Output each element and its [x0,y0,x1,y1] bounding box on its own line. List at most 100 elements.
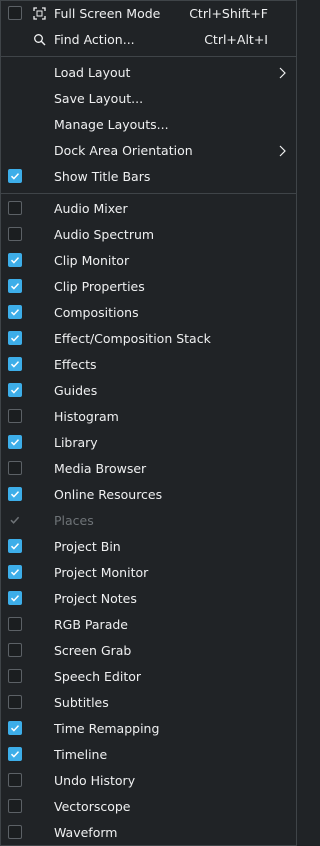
menu-item-dock-subtitles[interactable]: Subtitles [1,690,296,716]
dock-checkbox[interactable] [8,617,22,631]
check-icon [10,569,20,576]
check-icon [10,439,20,446]
menu-item-dock-time-remapping[interactable]: Time Remapping [1,716,296,742]
menu-item-dock-histogram[interactable]: Histogram [1,404,296,430]
menu-item-dock-library[interactable]: Library [1,430,296,456]
check-icon [10,491,20,498]
menu-item-label: Project Monitor [54,565,149,580]
menu-item-label: Dock Area Orientation [54,143,193,158]
check-icon [10,283,20,290]
check-icon [10,173,20,180]
chevron-right-icon [279,145,286,157]
menu-item-label: Project Bin [54,539,121,554]
menu-item-manage-layouts[interactable]: Manage Layouts... [1,112,296,138]
menu-item-dock-project-notes[interactable]: Project Notes [1,586,296,612]
menu-item-label: Media Browser [54,461,147,476]
menu-item-shortcut: Ctrl+Shift+F [189,6,268,21]
dock-checkbox[interactable] [8,747,22,761]
menu-item-label: Compositions [54,305,139,320]
menu-item-label: RGB Parade [54,617,128,632]
dock-checkbox[interactable] [8,461,22,475]
menu-item-label: Clip Properties [54,279,145,294]
dock-checkbox[interactable] [8,565,22,579]
dock-checkbox[interactable] [8,305,22,319]
dock-checkbox[interactable] [8,773,22,787]
menu-item-show-title-bars[interactable]: Show Title Bars [1,164,296,190]
menu-item-label: Load Layout [54,65,131,80]
menu-item-full-screen-mode[interactable]: Full Screen Mode Ctrl+Shift+F [1,1,296,27]
menu-item-label: Places [54,513,94,528]
dock-checkbox[interactable] [8,539,22,553]
menu-item-dock-online-resources[interactable]: Online Resources [1,482,296,508]
check-icon [10,387,20,394]
menu-item-dock-waveform[interactable]: Waveform [1,820,296,846]
menu-item-dock-undo-history[interactable]: Undo History [1,768,296,794]
dock-checkbox[interactable] [8,721,22,735]
chevron-right-icon [279,67,286,79]
menu-item-dock-project-bin[interactable]: Project Bin [1,534,296,560]
dock-checkbox[interactable] [8,409,22,423]
menu-item-label: Speech Editor [54,669,142,684]
dock-checkbox[interactable] [8,695,22,709]
dock-checkbox[interactable] [8,591,22,605]
dock-checkbox[interactable] [8,825,22,839]
menu-item-find-action[interactable]: Find Action... Ctrl+Alt+I [1,27,296,53]
menu-item-label: Screen Grab [54,643,132,658]
menu-separator [1,193,296,194]
menu-item-label: Library [54,435,98,450]
search-icon [34,34,46,46]
menu-item-label: Vectorscope [54,799,131,814]
full-screen-checkbox[interactable] [8,6,22,20]
menu-item-dock-effects[interactable]: Effects [1,352,296,378]
menu-item-dock-timeline[interactable]: Timeline [1,742,296,768]
menu-item-dock-speech-editor[interactable]: Speech Editor [1,664,296,690]
menu-item-label: Effect/Composition Stack [54,331,211,346]
dock-checkbox[interactable] [8,253,22,267]
menu-item-dock-screen-grab[interactable]: Screen Grab [1,638,296,664]
dock-checkbox[interactable] [8,201,22,215]
dock-checkbox[interactable] [8,799,22,813]
menu-item-dock-effect-composition-stack[interactable]: Effect/Composition Stack [1,326,296,352]
menu-item-label: Guides [54,383,98,398]
check-icon [10,725,20,732]
show-title-bars-checkbox[interactable] [8,169,22,183]
menu-item-label: Full Screen Mode [54,6,161,21]
menu-item-dock-audio-mixer[interactable]: Audio Mixer [1,196,296,222]
check-icon [10,361,20,368]
dock-checkbox[interactable] [8,227,22,241]
dock-checkbox[interactable] [8,331,22,345]
dock-checkbox[interactable] [8,357,22,371]
menu-item-dock-clip-monitor[interactable]: Clip Monitor [1,248,296,274]
menu-item-load-layout[interactable]: Load Layout [1,60,296,86]
dock-checkbox[interactable] [8,643,22,657]
menu-item-dock-clip-properties[interactable]: Clip Properties [1,274,296,300]
dock-checkbox[interactable] [8,487,22,501]
menu-item-label: Find Action... [54,32,135,47]
menu-item-label: Audio Spectrum [54,227,155,242]
menu-item-dock-vectorscope[interactable]: Vectorscope [1,794,296,820]
check-icon [10,516,20,524]
menu-item-label: Histogram [54,409,119,424]
check-icon [10,751,20,758]
menu-item-dock-audio-spectrum[interactable]: Audio Spectrum [1,222,296,248]
menu-item-save-layout[interactable]: Save Layout... [1,86,296,112]
menu-item-shortcut: Ctrl+Alt+I [204,32,268,47]
menu-item-dock-rgb-parade[interactable]: RGB Parade [1,612,296,638]
menu-separator [1,56,296,57]
dock-checkbox[interactable] [8,279,22,293]
dock-checkbox[interactable] [8,383,22,397]
menu-item-dock-project-monitor[interactable]: Project Monitor [1,560,296,586]
fullscreen-icon [33,7,46,20]
check-icon [10,595,20,602]
dock-checkbox[interactable] [8,435,22,449]
menu-item-label: Subtitles [54,695,109,710]
dock-checkbox[interactable] [8,669,22,683]
menu-item-label: Clip Monitor [54,253,130,268]
view-menu: Full Screen Mode Ctrl+Shift+F Find Actio… [0,0,297,846]
check-icon [10,257,20,264]
menu-item-dock-guides[interactable]: Guides [1,378,296,404]
menu-item-dock-area-orientation[interactable]: Dock Area Orientation [1,138,296,164]
menu-item-dock-compositions[interactable]: Compositions [1,300,296,326]
menu-item-dock-media-browser[interactable]: Media Browser [1,456,296,482]
menu-item-label: Undo History [54,773,136,788]
